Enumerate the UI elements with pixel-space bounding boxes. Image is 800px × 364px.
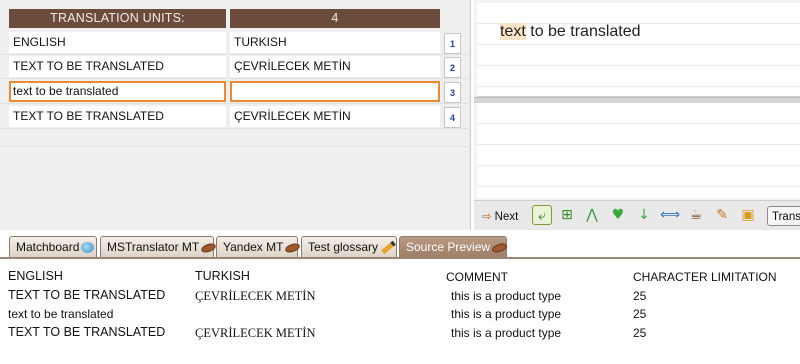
bean-icon	[491, 241, 508, 254]
row-divider	[0, 54, 471, 55]
preview-cell: 25	[633, 289, 647, 303]
tab-yandex[interactable]: Yandex MT	[216, 236, 302, 257]
row-divider	[0, 128, 471, 129]
arrow-down-icon[interactable]: ↓	[634, 205, 654, 225]
next-label: Next	[494, 211, 519, 223]
globe-icon	[81, 242, 95, 254]
target-cell[interactable]: ÇEVRİLECEK METİN	[230, 106, 440, 127]
heart-check-icon[interactable]: ♥	[608, 205, 628, 225]
coffee-icon[interactable]: ☕	[686, 205, 706, 225]
source-preview-table: ENGLISH TURKISH COMMENT CHARACTER LIMITA…	[0, 260, 800, 364]
tab-label: Source Preview	[406, 240, 491, 254]
preview-cell: this is a product type	[451, 289, 562, 303]
target-cell[interactable]: TURKISH	[230, 32, 440, 53]
insert-icon[interactable]: ⤶	[532, 205, 552, 225]
preview-cell: TEXT TO BE TRANSLATED	[8, 288, 166, 302]
row-number[interactable]: 4	[444, 107, 461, 128]
preview-cell: TEXT TO BE TRANSLATED	[8, 325, 166, 339]
row-divider	[0, 103, 471, 104]
preview-cell: 25	[633, 326, 647, 340]
source-highlight: text	[500, 23, 526, 40]
source-cell[interactable]: ENGLISH	[9, 32, 226, 53]
tab-label: Yandex MT	[223, 240, 284, 254]
pencil-icon	[381, 241, 396, 255]
row-number[interactable]: 2	[444, 57, 461, 78]
translate-button[interactable]: Trans	[767, 206, 800, 226]
pencil-edit-icon[interactable]: ✎	[712, 205, 732, 225]
bean-icon	[200, 241, 218, 254]
preview-cell: text to be translated	[8, 307, 114, 321]
editor-toolbar: ⇨ Next ⤶ ⊞ ⋀ ♥ ↓ ⟺ ☕ ✎ ▣ Trans	[474, 200, 800, 230]
next-icon: ⇨	[482, 209, 492, 223]
source-cell[interactable]: TEXT TO BE TRANSLATED	[9, 56, 226, 77]
preview-cell: ÇEVRİLECEK METİN	[195, 289, 316, 303]
insert-next-icon[interactable]: ⊞	[557, 205, 577, 225]
units-header-label: TRANSLATION UNITS:	[9, 9, 226, 28]
note-icon[interactable]: ▣	[738, 205, 758, 225]
preview-cell: this is a product type	[451, 307, 562, 321]
tab-bar: Matchboard MSTranslator MT Yandex MT Tes…	[0, 230, 800, 258]
swap-tags-icon[interactable]: ⟺	[660, 205, 680, 225]
units-header-count: 4	[230, 9, 440, 28]
source-text: text to be translated	[500, 23, 641, 41]
preview-header-turkish: TURKISH	[195, 269, 250, 283]
source-editor[interactable]: text to be translated	[477, 3, 800, 97]
bean-icon	[284, 241, 302, 254]
active-target-cell[interactable]	[230, 81, 440, 102]
preview-header-comment: COMMENT	[446, 270, 508, 284]
target-editor[interactable]	[477, 103, 800, 198]
target-cell[interactable]: ÇEVRİLECEK METİN	[230, 56, 440, 77]
tab-test-glossary[interactable]: Test glossary	[301, 236, 397, 257]
row-number[interactable]: 1	[444, 33, 461, 54]
tab-label: Matchboard	[16, 240, 80, 254]
tab-source-preview[interactable]: Source Preview	[399, 236, 508, 257]
editor-pane: text to be translated ⇨ Next ⤶ ⊞ ⋀ ♥ ↓ ⟺ …	[474, 0, 800, 230]
tab-mstranslator[interactable]: MSTranslator MT	[100, 236, 218, 257]
row-divider	[0, 146, 471, 147]
preview-header-char-limit: CHARACTER LIMITATION	[633, 270, 777, 284]
tab-underline	[0, 257, 800, 259]
tab-label: MSTranslator MT	[107, 240, 200, 254]
translation-grid: TRANSLATION UNITS: 4 ENGLISH TURKISH 1 T…	[0, 0, 471, 230]
tab-label: Test glossary	[308, 240, 379, 254]
source-rest: to be translated	[525, 23, 641, 40]
row-number[interactable]: 3	[444, 82, 461, 103]
tree-icon[interactable]: ⋀	[582, 205, 602, 225]
preview-cell: 25	[633, 307, 647, 321]
preview-cell: ÇEVRİLECEK METİN	[195, 326, 316, 340]
active-source-cell[interactable]: text to be translated	[9, 81, 226, 102]
tab-matchboard[interactable]: Matchboard	[9, 236, 97, 257]
row-divider	[0, 78, 471, 79]
source-cell[interactable]: TEXT TO BE TRANSLATED	[9, 106, 226, 127]
preview-cell: this is a product type	[451, 326, 562, 340]
preview-header-english: ENGLISH	[8, 269, 63, 283]
next-button[interactable]: ⇨ Next	[482, 206, 528, 226]
